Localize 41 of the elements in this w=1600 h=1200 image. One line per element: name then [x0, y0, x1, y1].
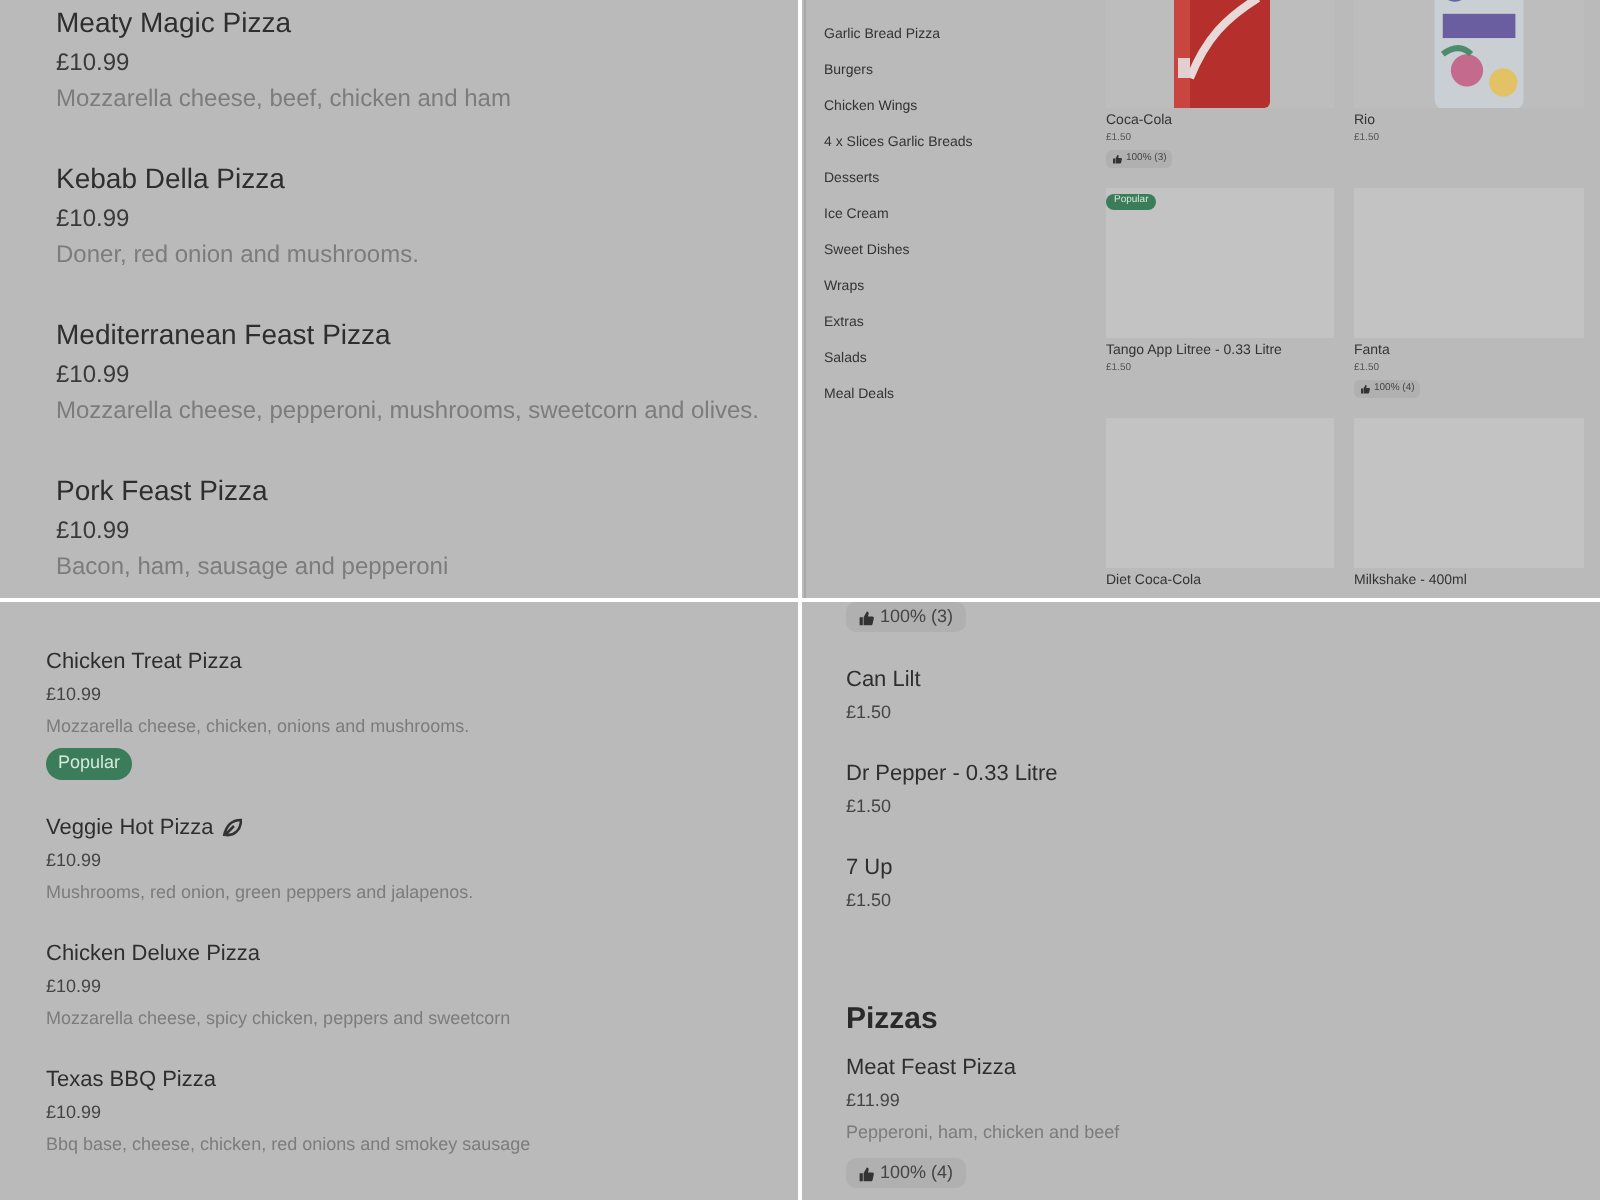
item-name: Meat Feast Pizza: [846, 1054, 1016, 1082]
item-name: Veggie Hot Pizza: [46, 814, 214, 842]
item-name: 7 Up: [846, 854, 893, 882]
item-price: £1.50: [846, 700, 894, 726]
item-description: Mushrooms, red onion, green peppers and jalapenos.: [46, 880, 476, 906]
item-name: Can Lilt: [846, 666, 921, 694]
item-price: £1.50: [846, 794, 894, 820]
thumbs-up-icon: [858, 1165, 874, 1181]
item-description: Doner, red onion and mushrooms.: [56, 238, 421, 270]
item-price: £10.99: [46, 848, 104, 874]
item-price: £10.99: [56, 202, 132, 234]
item-description: Mozzarella cheese, beef, chicken and ham: [56, 82, 513, 114]
item-price: £10.99: [46, 974, 104, 1000]
item-description: Bbq base, cheese, chicken, red onions and smokey sausage: [46, 1132, 533, 1158]
item-name: Chicken Treat Pizza: [46, 648, 242, 676]
thumbs-up-icon: [1112, 154, 1122, 164]
item-description: Pepperoni, ham, chicken and beef: [846, 1120, 1122, 1146]
item-name: Kebab Della Pizza: [56, 160, 285, 198]
item-name: Pork Feast Pizza: [56, 472, 268, 510]
item-price: £11.99: [846, 1088, 902, 1114]
item-price: £1.50: [846, 888, 894, 914]
item-description: Mozzarella cheese, pepperoni, mushrooms, sweetcorn and olives.: [56, 394, 762, 426]
item-name: Chicken Deluxe Pizza: [46, 940, 260, 968]
thumbs-up-icon: [858, 609, 874, 625]
item-price: £10.99: [56, 514, 132, 546]
popular-badge: Popular: [46, 748, 133, 780]
item-price: £10.99: [56, 46, 132, 78]
item-price: £10.99: [46, 682, 104, 708]
item-description: Mozzarella cheese, spicy chicken, peppers and sweetcorn: [46, 1006, 513, 1032]
thumbs-up-icon: [1360, 384, 1370, 394]
item-name: Mediterranean Feast Pizza: [56, 316, 391, 354]
section-heading: Pizzas: [846, 1000, 940, 1040]
item-description: Bacon, ham, sausage and pepperoni: [56, 550, 451, 582]
item-price: £10.99: [46, 1100, 104, 1126]
item-name: Texas BBQ Pizza: [46, 1066, 216, 1094]
item-name: Meaty Magic Pizza: [56, 4, 291, 42]
item-description: Mozzarella cheese, chicken, onions and mushrooms.: [46, 714, 472, 740]
item-price: £10.99: [56, 358, 132, 390]
rating-chip: 100% (3): [846, 602, 966, 632]
item-name: Dr Pepper - 0.33 Litre: [846, 760, 1058, 788]
rating-chip: 100% (4): [846, 1158, 966, 1188]
